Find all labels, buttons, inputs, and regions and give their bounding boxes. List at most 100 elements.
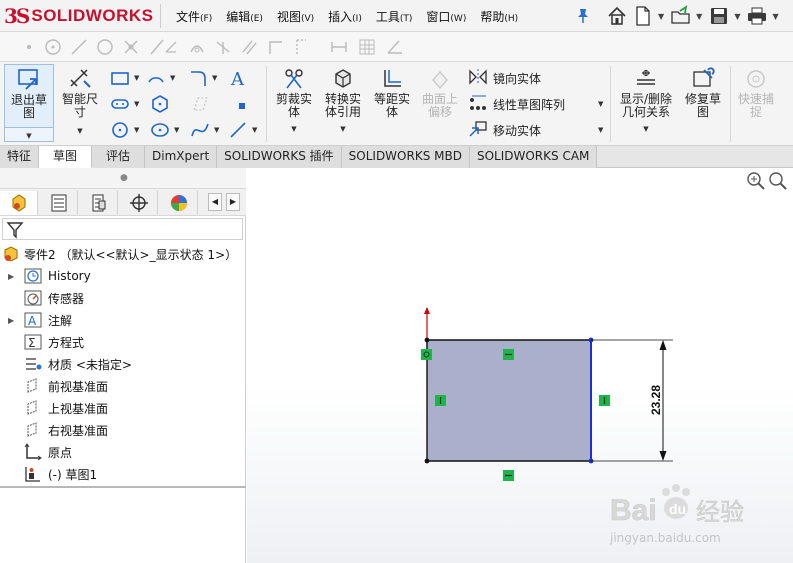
vertical-relation-icon[interactable] (599, 395, 610, 406)
dimxpert-manager-tab[interactable] (120, 191, 158, 215)
tab-evaluate[interactable]: 评估 (92, 146, 146, 168)
open-folder-icon[interactable] (670, 5, 692, 27)
polygon-icon[interactable] (150, 94, 170, 114)
chevron-down-icon[interactable]: ▼ (291, 125, 296, 133)
display-delete-relations-button[interactable]: 显示/删除几何关系 ▼ (616, 64, 676, 136)
horizontal-relation-icon[interactable] (503, 349, 514, 360)
horizontal-relation-icon[interactable] (503, 470, 514, 481)
coincident-relation-icon[interactable] (421, 349, 432, 360)
tree-root[interactable]: 零件2 （默认<<默认>_显示状态 1>） (0, 243, 246, 265)
chevron-down-icon[interactable]: ▼ (696, 12, 702, 21)
tab-features[interactable]: 特征 (0, 146, 40, 168)
mirror-entities-button[interactable]: 镜向实体 (468, 68, 541, 89)
tab-dimxpert[interactable]: DimXpert (145, 146, 218, 168)
move-entities-button[interactable]: 移动实体 (468, 120, 541, 141)
chevron-down-icon[interactable]: ▼ (174, 126, 179, 134)
slot-icon[interactable] (110, 94, 130, 114)
angle-measure-icon[interactable] (386, 38, 404, 56)
convert-entities-button[interactable]: 转换实体引用 ▼ (320, 64, 366, 136)
property-manager-tab[interactable] (40, 191, 78, 215)
plane-grid-icon[interactable] (190, 94, 210, 114)
menu-insert[interactable]: 插入(I) (328, 8, 362, 25)
feature-manager-tab[interactable] (0, 191, 38, 215)
chevron-down-icon[interactable]: ▼ (134, 100, 139, 108)
tree-item-equations[interactable]: Σ 方程式 (0, 331, 246, 353)
vertical-dash-icon[interactable] (292, 38, 310, 56)
chevron-down-icon[interactable]: ▼ (77, 127, 82, 135)
ellipse-icon[interactable] (150, 120, 170, 140)
tab-solidworks-mbd[interactable]: SOLIDWORKS MBD (341, 146, 470, 168)
tree-item-history[interactable]: ▶ History (0, 265, 246, 287)
arc-icon[interactable] (146, 68, 166, 88)
linear-pattern-button[interactable]: 线性草图阵列 (468, 94, 565, 115)
menu-help[interactable]: 帮助(H) (480, 8, 518, 25)
sketch-fillet-icon[interactable] (188, 68, 208, 88)
chevron-down-icon[interactable]: ▼ (134, 126, 139, 134)
circle-icon[interactable] (44, 38, 62, 56)
menu-window[interactable]: 窗口(W) (426, 8, 466, 25)
chevron-down-icon[interactable]: ▼ (598, 100, 603, 108)
spline-icon[interactable] (190, 120, 210, 140)
tree-item-right-plane[interactable]: 右视基准面 (0, 419, 246, 441)
chevron-down-icon[interactable]: ▼ (598, 126, 603, 134)
repair-sketch-button[interactable]: 修复草图 (680, 64, 726, 119)
angle-icon[interactable] (162, 38, 180, 56)
dimension-value[interactable]: 23.28 (649, 385, 663, 415)
home-icon[interactable] (606, 5, 628, 27)
tree-item-front-plane[interactable]: 前视基准面 (0, 375, 246, 397)
vertical-relation-icon[interactable] (435, 395, 446, 406)
offset-entities-button[interactable]: 等距实体 (370, 64, 414, 119)
vertex[interactable] (424, 458, 430, 464)
pin-icon[interactable] (576, 8, 590, 24)
tree-filter[interactable] (2, 218, 243, 240)
chevron-down-icon[interactable]: ▼ (340, 125, 345, 133)
menu-edit[interactable]: 编辑(E) (226, 8, 263, 25)
perpendicular-icon[interactable] (214, 38, 232, 56)
cross-icon[interactable] (122, 38, 140, 56)
rectangle-icon[interactable] (110, 68, 130, 88)
vertex[interactable] (424, 337, 430, 343)
exit-sketch-button[interactable]: 退出草图 ▼ (4, 64, 54, 142)
chevron-down-icon[interactable]: ▼ (214, 126, 219, 134)
polygon-icon[interactable] (96, 38, 114, 56)
offset-on-surface-button[interactable]: 曲面上偏移 (418, 64, 462, 119)
expand-icon[interactable]: ▶ (8, 272, 14, 281)
expand-icon[interactable]: ▶ (8, 316, 14, 325)
chevron-down-icon[interactable]: ▼ (658, 12, 664, 21)
panel-grip[interactable]: ● (0, 168, 246, 188)
parallel-icon[interactable] (240, 38, 258, 56)
tree-item-sketch1[interactable]: (-) 草图1 (0, 463, 246, 485)
point-icon[interactable] (232, 96, 252, 116)
menu-file[interactable]: 文件(F) (176, 8, 212, 25)
chevron-down-icon[interactable]: ▼ (212, 74, 217, 82)
chevron-down-icon[interactable]: ▼ (134, 74, 139, 82)
tree-item-material[interactable]: 材质 <未指定> (0, 353, 246, 375)
tangent-arc-icon[interactable] (188, 38, 206, 56)
chevron-down-icon[interactable]: ▼ (643, 125, 648, 133)
menu-tools[interactable]: 工具(T) (376, 8, 413, 25)
tab-solidworks-cam[interactable]: SOLIDWORKS CAM (469, 146, 598, 168)
tab-solidworks-addins[interactable]: SOLIDWORKS 插件 (217, 146, 342, 168)
text-icon[interactable]: A (228, 68, 248, 90)
menu-view[interactable]: 视图(V) (277, 8, 314, 25)
chevron-down-icon[interactable]: ▼ (170, 74, 175, 82)
save-icon[interactable] (708, 5, 730, 27)
quick-snaps-button[interactable]: 快速捕捉 (734, 64, 778, 119)
scroll-right-icon[interactable]: ▶ (226, 193, 240, 211)
line-icon[interactable] (228, 120, 248, 140)
print-icon[interactable] (746, 5, 768, 27)
scroll-left-icon[interactable]: ◀ (208, 193, 222, 211)
tree-item-top-plane[interactable]: 上视基准面 (0, 397, 246, 419)
display-manager-tab[interactable] (160, 191, 198, 215)
grid-icon[interactable] (358, 38, 376, 56)
chevron-down-icon[interactable]: ▼ (252, 126, 257, 134)
exit-sketch-dropdown[interactable]: ▼ (5, 127, 53, 141)
tree-item-origin[interactable]: 原点 (0, 441, 246, 463)
corner-icon[interactable] (266, 38, 284, 56)
chevron-down-icon[interactable]: ▼ (734, 12, 740, 21)
tree-item-sensors[interactable]: 传感器 (0, 287, 246, 309)
tree-item-annotations[interactable]: ▶ A 注解 (0, 309, 246, 331)
point-icon[interactable] (20, 38, 38, 56)
trim-entities-button[interactable]: 剪裁实体 ▼ (272, 64, 316, 136)
dimension-icon[interactable] (330, 38, 348, 56)
